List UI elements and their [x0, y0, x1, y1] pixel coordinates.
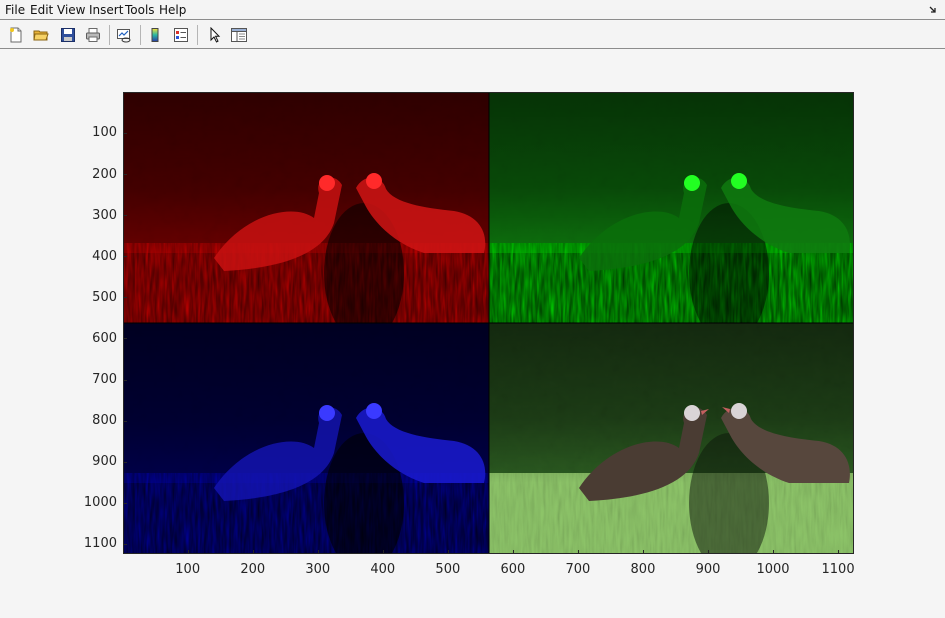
y-tick-label: 800 — [92, 413, 117, 429]
y-tick-mark — [123, 502, 127, 504]
menu-help[interactable]: Help — [159, 3, 186, 17]
y-tick-label: 600 — [92, 330, 117, 346]
x-tick-label: 400 — [370, 562, 396, 577]
y-tick-mark — [123, 420, 127, 422]
y-tick-mark — [123, 215, 127, 217]
printer-icon — [86, 28, 100, 42]
y-tick-label: 200 — [92, 166, 117, 182]
y-tick-label: 400 — [92, 248, 117, 264]
toolbar-separator — [140, 25, 141, 45]
y-tick-label: 300 — [92, 207, 117, 223]
new-file-icon — [10, 27, 22, 43]
insert-colorbar-button[interactable] — [145, 25, 165, 45]
toolbar-separator — [109, 25, 110, 45]
x-tick-mark — [707, 550, 709, 554]
y-tick-mark — [123, 256, 127, 258]
red-channel-panel — [124, 93, 489, 323]
image-display — [124, 93, 853, 553]
print-figure-button[interactable] — [83, 25, 103, 45]
insert-legend-button[interactable] — [171, 25, 191, 45]
image-axes[interactable] — [123, 92, 854, 554]
x-tick-mark — [773, 550, 775, 554]
y-tick-mark — [123, 543, 127, 545]
link-plot-icon — [117, 29, 131, 43]
x-tick-label: 300 — [305, 562, 331, 577]
y-tick-label: 1000 — [83, 495, 117, 511]
y-tick-label: 700 — [92, 372, 117, 388]
blue-channel-panel — [124, 323, 489, 553]
pointer-icon — [210, 27, 221, 43]
x-tick-label: 700 — [565, 562, 591, 577]
x-tick-label: 900 — [695, 562, 721, 577]
y-tick-label: 1100 — [83, 536, 117, 552]
x-tick-mark — [382, 550, 384, 554]
open-folder-icon — [33, 30, 49, 41]
x-tick-label: 500 — [435, 562, 461, 577]
figure-toolbar — [0, 21, 945, 49]
new-figure-button[interactable] — [6, 25, 26, 45]
x-tick-label: 1000 — [756, 562, 790, 577]
menu-insert[interactable]: Insert — [89, 3, 123, 17]
menu-bar: File Edit View Insert Tools Help — [0, 0, 945, 20]
x-tick-label: 600 — [500, 562, 526, 577]
y-tick-label: 500 — [92, 289, 117, 305]
toolbar-separator — [197, 25, 198, 45]
menu-view[interactable]: View — [57, 3, 85, 17]
y-tick-label: 100 — [92, 125, 117, 141]
color-composite-panel — [489, 323, 853, 553]
colorbar-icon — [151, 28, 159, 42]
x-tick-mark — [577, 550, 579, 554]
x-tick-mark — [252, 550, 254, 554]
x-tick-label: 1100 — [821, 562, 855, 577]
menu-file[interactable]: File — [5, 3, 25, 17]
plot-browser-button[interactable] — [229, 25, 249, 45]
legend-icon — [174, 28, 188, 42]
y-tick-mark — [123, 461, 127, 463]
y-tick-mark — [123, 174, 127, 175]
open-file-button[interactable] — [31, 25, 51, 45]
link-plot-button[interactable] — [114, 25, 134, 45]
plot-tools-icon — [231, 28, 247, 42]
green-channel-panel — [489, 93, 853, 323]
y-tick-mark — [123, 379, 127, 381]
menu-tools[interactable]: Tools — [125, 3, 155, 17]
y-tick-mark — [123, 297, 127, 299]
x-tick-mark — [447, 550, 449, 554]
x-tick-mark — [317, 550, 319, 554]
x-tick-mark — [187, 550, 189, 554]
menu-edit[interactable]: Edit — [30, 3, 53, 17]
y-tick-mark — [123, 338, 127, 340]
x-tick-mark — [838, 550, 840, 554]
y-tick-label: 900 — [92, 454, 117, 470]
x-tick-label: 200 — [240, 562, 266, 577]
dock-arrow-icon[interactable] — [929, 6, 937, 14]
edit-plot-button[interactable] — [204, 25, 224, 45]
x-tick-mark — [512, 550, 514, 554]
x-tick-label: 800 — [630, 562, 656, 577]
save-icon — [61, 28, 75, 42]
x-tick-label: 100 — [175, 562, 201, 577]
y-tick-mark — [123, 132, 127, 134]
x-tick-mark — [642, 550, 644, 554]
save-figure-button[interactable] — [58, 25, 78, 45]
